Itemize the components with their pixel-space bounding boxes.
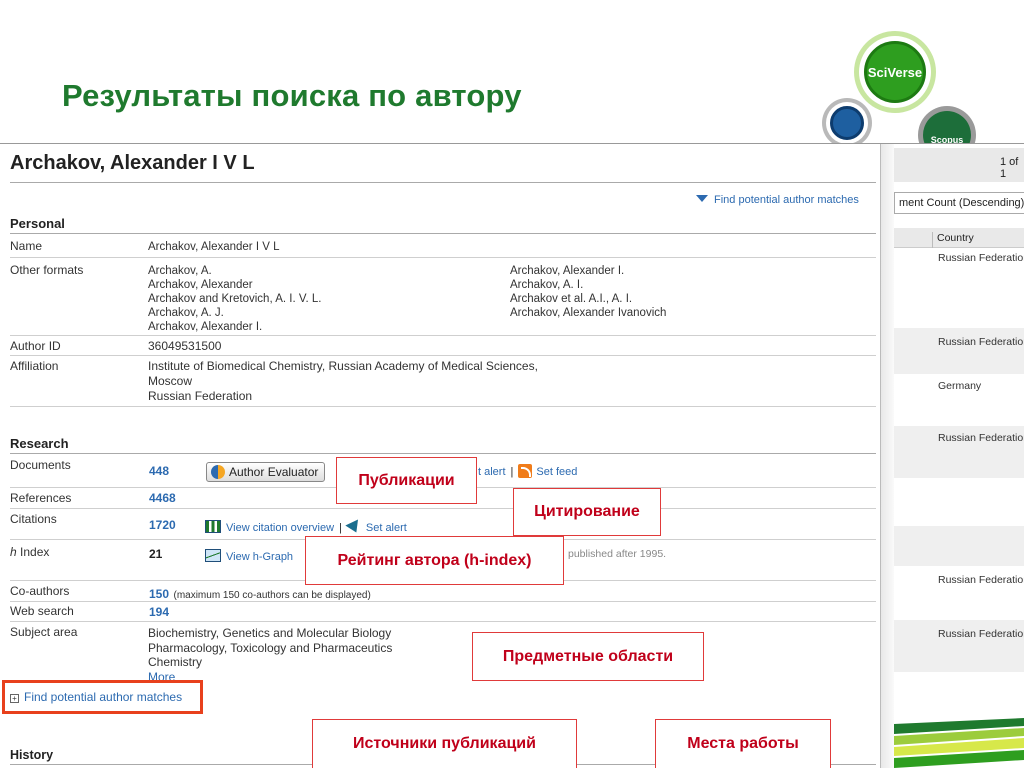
- line-graph-icon: [205, 549, 221, 562]
- citations-label: Citations: [10, 512, 57, 526]
- find-author-matches-top-link[interactable]: Find potential author matches: [696, 194, 859, 206]
- alert-feed-links: t alert | Set feed: [478, 464, 578, 478]
- web-search-count-link[interactable]: 194: [149, 605, 169, 619]
- other-formats-col2: Archakov, Alexander I. Archakov, A. I. A…: [510, 265, 667, 319]
- coauthors-label: Co-authors: [10, 584, 70, 598]
- annotation-publication-sources: Источники публикаций: [312, 719, 577, 768]
- documents-label: Documents: [10, 458, 71, 472]
- sciverse-logo-ring: SciVerse: [854, 31, 936, 113]
- table-row-band: [894, 328, 1024, 374]
- affiliation-label: Affiliation: [10, 359, 59, 373]
- author-evaluator-button[interactable]: Author Evaluator: [206, 462, 326, 482]
- annotation-subject-areas: Предметные области: [472, 632, 704, 681]
- citation-links: View citation overview | Set alert: [205, 518, 407, 536]
- other-formats-label: Other formats: [10, 263, 84, 277]
- subject-area-label: Subject area: [10, 625, 78, 639]
- coauthors-count-link[interactable]: 150: [149, 587, 169, 601]
- set-feed-link[interactable]: Set feed: [536, 466, 577, 478]
- author-evaluator-icon: [211, 465, 225, 479]
- sciverse-logo-text: SciVerse: [864, 41, 926, 103]
- alert-bell-icon: [345, 519, 363, 536]
- table-row-band: [894, 526, 1024, 566]
- panel-splitter[interactable]: [880, 144, 894, 768]
- highlight-find-matches: [2, 680, 203, 714]
- citations-count-link[interactable]: 1720: [149, 518, 176, 532]
- author-name-heading: Archakov, Alexander I V L: [10, 152, 255, 174]
- web-search-label: Web search: [10, 604, 74, 618]
- h-index-label: h Index: [10, 545, 50, 559]
- sort-select[interactable]: ment Count (Descending): [894, 192, 1024, 214]
- set-citation-alert-link[interactable]: Set alert: [366, 522, 407, 534]
- personal-heading: Personal: [10, 216, 65, 231]
- annotation-h-index: Рейтинг автора (h-index): [305, 536, 564, 585]
- slide-title: Результаты поиска по автору: [62, 78, 522, 113]
- annotation-citations: Цитирование: [513, 488, 661, 536]
- name-label: Name: [10, 239, 43, 253]
- country-column-header[interactable]: Country: [932, 232, 974, 248]
- view-h-graph-link[interactable]: View h-Graph: [226, 551, 293, 563]
- name-value: Archakov, Alexander I V L: [148, 241, 280, 253]
- other-formats-col1: Archakov, A. Archakov, Alexander Archako…: [148, 265, 322, 333]
- decorative-stripes: [894, 718, 1024, 768]
- bar-chart-icon: [205, 520, 221, 533]
- affiliation-value: Institute of Biomedical Chemistry, Russi…: [148, 359, 538, 403]
- results-page-indicator: 1 of 1: [1000, 156, 1019, 180]
- annotation-publications: Публикации: [336, 457, 477, 504]
- view-citation-overview-link[interactable]: View citation overview: [226, 522, 334, 534]
- references-label: References: [10, 491, 72, 505]
- set-alert-link[interactable]: t alert: [478, 466, 506, 478]
- documents-count-link[interactable]: 448: [149, 464, 169, 478]
- h-index-note: published after 1995.: [568, 548, 667, 560]
- author-details-panel: Archakov, Alexander I V L Find potential…: [2, 144, 880, 768]
- results-list-panel: 1 of 1 ment Count (Descending) Country R…: [894, 144, 1024, 768]
- coauthors-note: (maximum 150 co-authors can be displayed…: [173, 590, 371, 601]
- results-column-header: Country: [894, 228, 1024, 248]
- annotation-workplaces: Места работы: [655, 719, 831, 768]
- author-id-value: 36049531500: [148, 339, 222, 353]
- rss-feed-icon: [518, 464, 533, 478]
- sciverse-scopus-logo: SciVerse Scopus: [820, 28, 980, 164]
- references-count-link[interactable]: 4468: [149, 491, 176, 505]
- blue-circle-logo: [822, 98, 872, 148]
- triangle-down-icon: [696, 195, 708, 202]
- research-heading: Research: [10, 436, 69, 451]
- subject-area-value: Biochemistry, Genetics and Molecular Bio…: [148, 626, 393, 684]
- h-graph-link-group: View h-Graph: [205, 547, 293, 565]
- author-id-label: Author ID: [10, 339, 61, 353]
- h-index-value: 21: [149, 547, 163, 561]
- history-heading: History: [10, 748, 54, 762]
